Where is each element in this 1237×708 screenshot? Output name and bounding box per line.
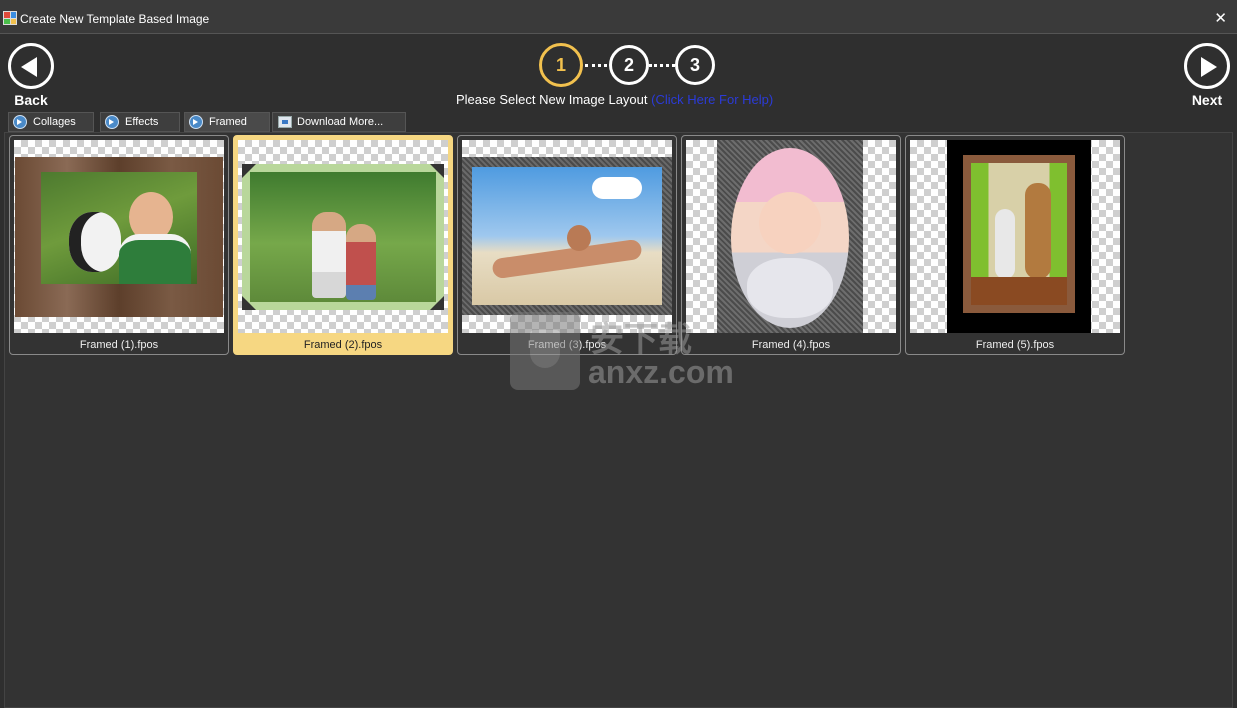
tab-label: Effects	[125, 116, 159, 128]
tab-label: Download More...	[297, 116, 384, 128]
step-connector	[649, 64, 675, 67]
instruction-text: Please Select New Image Layout (Click He…	[456, 92, 773, 107]
template-card[interactable]: Framed (1).fpos	[9, 135, 229, 355]
template-thumbnail	[238, 140, 448, 333]
template-card[interactable]: Framed (5).fpos	[905, 135, 1125, 355]
step-2: 2	[609, 45, 649, 85]
template-thumbnail	[462, 140, 672, 333]
template-name: Framed (2).fpos	[303, 339, 383, 351]
template-card[interactable]: Framed (3).fpos	[457, 135, 677, 355]
close-icon[interactable]: ✕	[1214, 9, 1227, 27]
step-3: 3	[675, 45, 715, 85]
tab-download-more[interactable]: Download More...	[272, 112, 406, 132]
template-card[interactable]: Framed (4).fpos	[681, 135, 901, 355]
template-name: Framed (1).fpos	[79, 339, 159, 351]
arrow-circle-icon	[189, 115, 203, 129]
template-name: Framed (5).fpos	[975, 339, 1055, 351]
step-indicator: 1 2 3	[539, 43, 719, 87]
tab-label: Framed	[209, 116, 247, 128]
tab-effects[interactable]: Effects	[100, 112, 180, 132]
window-titlebar: Create New Template Based Image ✕	[0, 0, 1237, 34]
arrow-circle-icon	[13, 115, 27, 129]
arrow-circle-icon	[105, 115, 119, 129]
back-label: Back	[14, 92, 48, 108]
template-name: Framed (4).fpos	[751, 339, 831, 351]
next-arrow-icon	[1184, 43, 1230, 89]
step-1: 1	[539, 43, 583, 87]
next-button[interactable]: Next	[1181, 43, 1233, 108]
back-button[interactable]: Back	[5, 43, 57, 108]
window-title: Create New Template Based Image	[20, 12, 210, 26]
instruction-label: Please Select New Image Layout	[456, 92, 648, 107]
app-icon	[3, 11, 17, 25]
tab-collages[interactable]: Collages	[8, 112, 94, 132]
template-thumbnail	[686, 140, 896, 333]
back-arrow-icon	[8, 43, 54, 89]
step-connector	[585, 64, 607, 67]
template-thumbnail	[910, 140, 1120, 333]
download-icon	[278, 116, 292, 128]
template-card[interactable]: Framed (2).fpos	[233, 135, 453, 355]
help-link[interactable]: (Click Here For Help)	[651, 92, 773, 107]
next-label: Next	[1191, 92, 1223, 108]
template-thumbnail	[14, 140, 224, 333]
template-name: Framed (3).fpos	[527, 339, 607, 351]
tab-framed[interactable]: Framed	[184, 112, 270, 132]
tab-label: Collages	[33, 116, 76, 128]
